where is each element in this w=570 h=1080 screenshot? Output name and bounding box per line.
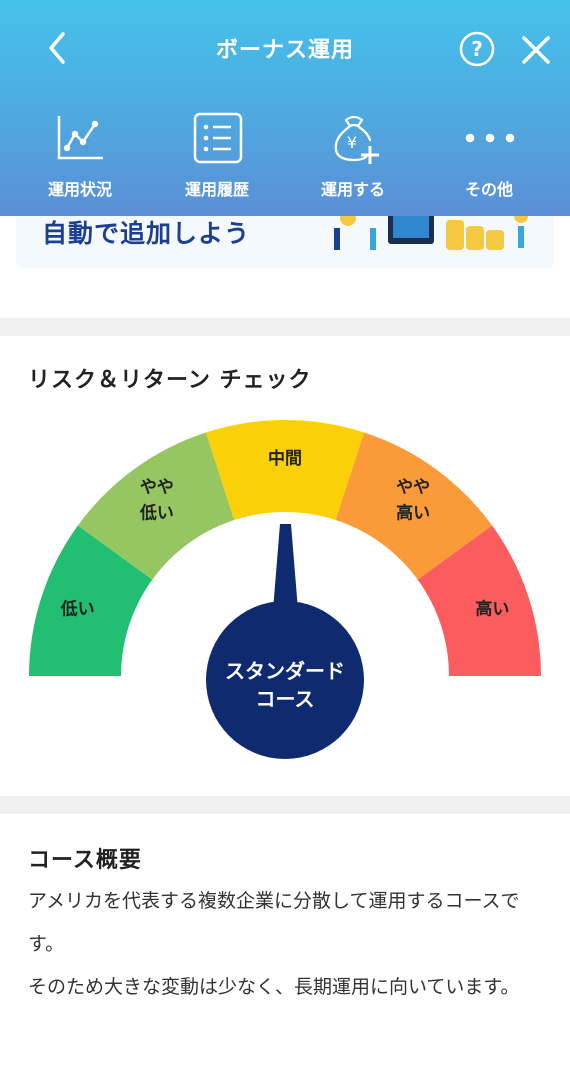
menu-label: その他 (464, 180, 513, 199)
nav-bar: ボーナス運用 ? (0, 0, 570, 98)
gauge-segment-label: 高い (475, 599, 509, 620)
gauge-segment-label: 低い (60, 599, 95, 620)
auto-add-banner[interactable]: 自動で追加しよう (16, 210, 554, 268)
risk-gauge: 低いやや低い中間やや高い高いスタンダードコース (29, 420, 541, 759)
svg-text:?: ? (471, 37, 483, 61)
menu-label: 運用状況 (47, 180, 112, 199)
more-dots-icon (465, 133, 515, 143)
section-divider (0, 318, 570, 336)
course-overview-title: コース概要 (28, 848, 142, 873)
gauge-segment-label: 中間 (268, 448, 302, 469)
header: ボーナス運用 ? 運用状況 運用履歴 ¥ 運用する その他 (0, 0, 570, 216)
course-description: そのため大きな変動は少なく、長期運用に向いています。 (28, 976, 520, 998)
section-divider (0, 796, 570, 814)
close-icon (522, 36, 550, 64)
svg-text:¥: ¥ (347, 133, 357, 152)
gauge-segment (205, 420, 365, 521)
banner-text: 自動で追加しよう (42, 219, 251, 248)
menu-bar: 運用状況 運用履歴 ¥ 運用する その他 (0, 104, 570, 214)
course-description: アメリカを代表する複数企業に分散して運用するコースです。 (28, 890, 520, 955)
coins-illustration (334, 210, 528, 250)
help-button[interactable]: ? (458, 30, 496, 68)
menu-label: 運用する (320, 180, 385, 199)
menu-item-status[interactable]: 運用状況 (15, 104, 145, 214)
close-button[interactable] (518, 32, 554, 68)
menu-label: 運用履歴 (184, 180, 249, 199)
gauge-needle (273, 524, 298, 610)
line-chart-icon (57, 116, 103, 160)
risk-section-title: リスク＆リターン チェック (28, 368, 312, 393)
money-bag-plus-icon: ¥ (334, 115, 379, 164)
menu-item-more[interactable]: その他 (424, 104, 554, 214)
question-circle-icon: ? (459, 31, 495, 67)
menu-item-history[interactable]: 運用履歴 (152, 104, 282, 214)
list-document-icon (193, 112, 243, 164)
menu-item-invest[interactable]: ¥ 運用する (288, 104, 418, 214)
